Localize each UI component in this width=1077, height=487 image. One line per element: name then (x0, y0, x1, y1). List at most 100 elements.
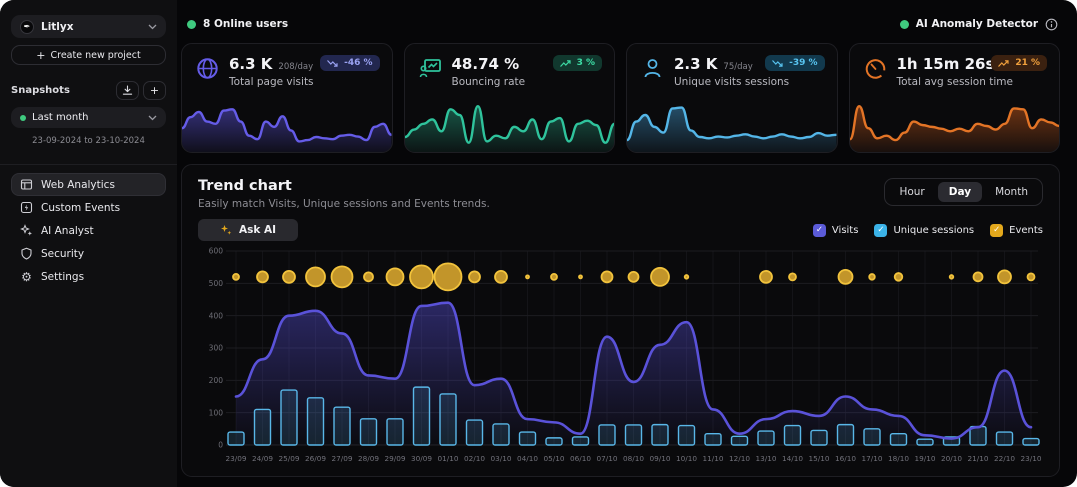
legend-events[interactable]: ✓ Events (990, 224, 1043, 237)
stat-value: 2.3 K (674, 55, 717, 73)
info-icon[interactable] (1045, 18, 1058, 31)
sidebar-item-label: Custom Events (41, 202, 120, 214)
svg-text:10/10: 10/10 (676, 454, 697, 463)
svg-text:04/10: 04/10 (517, 454, 538, 463)
svg-text:22/10: 22/10 (994, 454, 1015, 463)
snapshot-range-selector[interactable]: Last month (11, 107, 166, 128)
sparkline-chart (850, 100, 1060, 152)
online-status-dot-icon (187, 20, 196, 29)
stat-value: 1h 15m 26s (897, 55, 995, 73)
trend-subtitle: Easily match Visits, Unique sessions and… (198, 198, 490, 210)
sidebar-item-label: AI Analyst (41, 225, 94, 237)
svg-text:200: 200 (209, 376, 224, 385)
tab-day[interactable]: Day (938, 182, 982, 202)
add-snapshot-button[interactable]: + (143, 81, 166, 100)
project-selector[interactable]: ✒ Litlyx (11, 15, 166, 38)
gear-icon: ⚙ (20, 270, 33, 283)
tab-hour[interactable]: Hour (888, 182, 935, 202)
anomaly-label: AI Anomaly Detector (916, 18, 1038, 30)
page-title: Trend chart (198, 178, 490, 194)
svg-text:07/10: 07/10 (596, 454, 617, 463)
chart-legend: ✓ Visits ✓ Unique sessions ✓ Events (813, 224, 1043, 237)
trend-chart-panel: Trend chart Easily match Visits, Unique … (181, 164, 1060, 477)
stat-label: Bouncing rate (452, 76, 526, 88)
snapshots-label: Snapshots (11, 85, 112, 96)
stat-value: 6.3 K (229, 55, 272, 73)
plus-icon: + (150, 84, 159, 97)
sidebar-item-settings[interactable]: ⚙ Settings (11, 265, 166, 288)
sparkline-chart (405, 100, 615, 152)
main-area: 8 Online users AI Anomaly Detector 6.3 K (177, 0, 1077, 487)
svg-text:20/10: 20/10 (941, 454, 962, 463)
export-snapshot-button[interactable] (116, 81, 139, 100)
svg-text:600: 600 (209, 247, 224, 256)
sidebar-nav: Web Analytics Custom Events AI Analyst S… (11, 173, 166, 288)
stat-card-bouncing-rate[interactable]: 48.74 % Bouncing rate 3 % (404, 43, 616, 153)
stat-label: Total avg session time (897, 76, 1013, 88)
trend-badge: -46 % (320, 55, 379, 71)
online-users: 8 Online users (187, 18, 288, 30)
sparkle-icon (220, 224, 232, 236)
legend-visits[interactable]: ✓ Visits (813, 224, 859, 237)
user-icon (640, 56, 665, 81)
svg-text:500: 500 (209, 279, 224, 288)
stat-per-day: 75/day (723, 62, 752, 72)
stat-card-avg-session-time[interactable]: 1h 15m 26s Total avg session time 21 % (849, 43, 1061, 153)
anomaly-status-dot-icon (900, 20, 909, 29)
svg-text:15/10: 15/10 (808, 454, 829, 463)
snapshot-date-range: 23-09-2024 to 23-10-2024 (11, 136, 166, 146)
checkbox-checked-icon: ✓ (874, 224, 887, 237)
ask-ai-button[interactable]: Ask AI (198, 219, 298, 241)
sparkline-chart (182, 100, 392, 152)
sidebar-item-web-analytics[interactable]: Web Analytics (11, 173, 166, 196)
sidebar-item-ai-analyst[interactable]: AI Analyst (11, 219, 166, 242)
browser-layout-icon (20, 178, 33, 191)
chevron-down-icon (148, 115, 157, 121)
sidebar-item-label: Settings (41, 271, 84, 283)
svg-text:29/09: 29/09 (384, 454, 405, 463)
svg-text:11/10: 11/10 (702, 454, 723, 463)
snapshot-selected: Last month (32, 112, 142, 123)
svg-text:21/10: 21/10 (967, 454, 988, 463)
sidebar-item-security[interactable]: Security (11, 242, 166, 265)
sparkline-chart (627, 100, 837, 152)
tab-month[interactable]: Month (984, 182, 1039, 202)
plus-icon: + (36, 49, 45, 62)
svg-text:18/10: 18/10 (888, 454, 909, 463)
stat-card-unique-visits[interactable]: 2.3 K 75/day Unique visits sessions -39 … (626, 43, 838, 153)
trend-up-icon (998, 59, 1010, 68)
svg-text:23/10: 23/10 (1020, 454, 1041, 463)
trend-chart[interactable]: 010020030040050060023/0924/0925/0926/092… (198, 247, 1043, 465)
timer-icon (863, 56, 888, 81)
app-window: ✒ Litlyx + Create new project Snapshots … (0, 0, 1077, 487)
svg-text:300: 300 (209, 344, 224, 353)
trend-down-icon (327, 59, 339, 68)
sidebar-item-custom-events[interactable]: Custom Events (11, 196, 166, 219)
svg-text:13/10: 13/10 (755, 454, 776, 463)
stat-card-total-page-visits[interactable]: 6.3 K 208/day Total page visits -46 % (181, 43, 393, 153)
stat-cards-row: 6.3 K 208/day Total page visits -46 % (181, 43, 1060, 153)
create-project-button[interactable]: + Create new project (11, 45, 166, 65)
divider (0, 164, 177, 165)
topbar: 8 Online users AI Anomaly Detector (181, 16, 1060, 32)
chevron-down-icon (148, 24, 157, 30)
stat-label: Unique visits sessions (674, 76, 789, 88)
stat-value: 48.74 % (452, 55, 520, 73)
checkbox-checked-icon: ✓ (990, 224, 1003, 237)
trend-up-icon (560, 59, 572, 68)
trend-down-icon (772, 59, 784, 68)
svg-text:27/09: 27/09 (331, 454, 352, 463)
stat-per-day: 208/day (278, 62, 313, 72)
svg-text:05/10: 05/10 (543, 454, 564, 463)
trend-badge: 21 % (991, 55, 1047, 71)
svg-text:24/09: 24/09 (252, 454, 273, 463)
svg-text:14/10: 14/10 (782, 454, 803, 463)
svg-text:17/10: 17/10 (861, 454, 882, 463)
sparkles-icon (20, 224, 33, 237)
svg-text:25/09: 25/09 (278, 454, 299, 463)
svg-text:03/10: 03/10 (490, 454, 511, 463)
svg-text:06/10: 06/10 (570, 454, 591, 463)
svg-text:0: 0 (218, 441, 223, 450)
legend-unique-sessions[interactable]: ✓ Unique sessions (874, 224, 974, 237)
checkbox-checked-icon: ✓ (813, 224, 826, 237)
